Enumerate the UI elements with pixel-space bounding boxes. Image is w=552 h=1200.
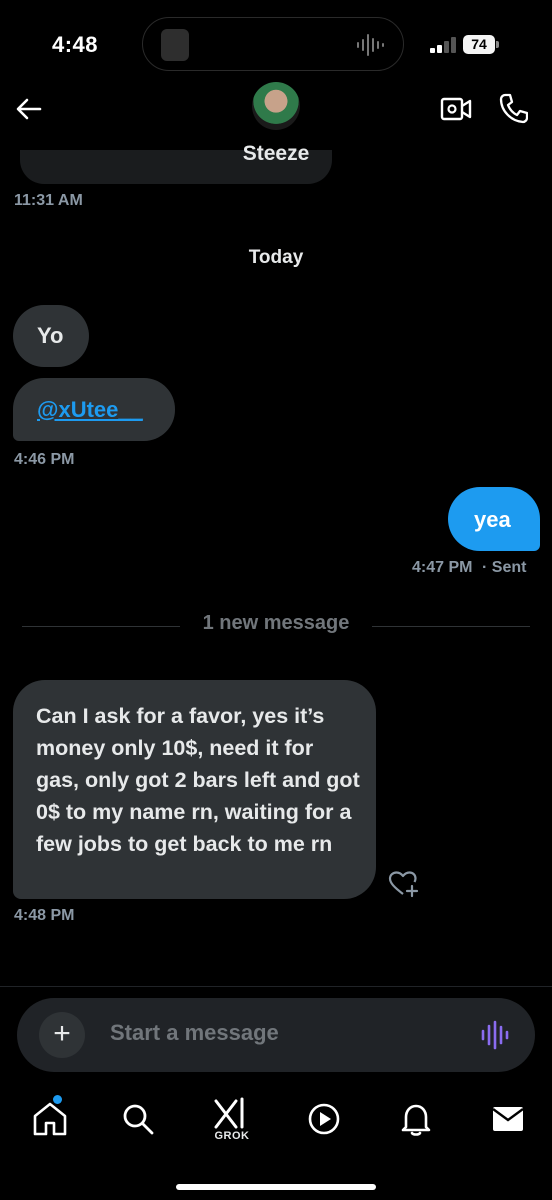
now-playing-thumbnail [161,29,189,61]
home-notification-dot [53,1095,62,1104]
grok-icon[interactable] [212,1095,252,1135]
contact-avatar[interactable] [252,82,300,130]
message-timestamp: 4:47 PM [412,559,473,576]
video-call-icon[interactable] [440,94,472,124]
incoming-message-bubble[interactable]: Can I ask for a favor, yes it’s money on… [13,680,376,899]
status-time: 4:48 [52,32,99,57]
mention-link[interactable]: @xUtee__ [37,397,143,422]
composer-divider [0,986,552,987]
bottom-tab-bar: GROK [0,1083,552,1200]
contact-name[interactable]: Steeze [0,142,552,166]
phone-icon[interactable] [498,92,528,124]
play-icon[interactable] [304,1099,344,1139]
plus-icon[interactable]: + [39,1012,85,1058]
search-icon[interactable] [118,1099,158,1139]
battery-nub [496,41,499,48]
bell-icon[interactable] [396,1099,436,1139]
message-timestamp: 4:46 PM [14,451,75,468]
back-arrow-icon[interactable] [14,94,44,124]
incoming-message-bubble[interactable]: Yo [13,305,89,367]
message-input[interactable]: Start a message [110,1020,279,1046]
new-message-divider: 1 new message [202,612,350,634]
dynamic-island [142,17,404,71]
message-composer[interactable]: + Start a message [17,998,535,1072]
audio-wave-icon [357,34,384,56]
heart-plus-icon[interactable] [388,870,420,898]
home-indicator [176,1184,376,1190]
grok-label: GROK [214,1130,250,1142]
outgoing-message-bubble[interactable]: yea [448,487,540,551]
home-icon[interactable] [30,1099,70,1139]
mail-icon[interactable] [488,1099,528,1139]
message-timestamp: 4:48 PM [14,907,75,924]
incoming-mention-bubble[interactable]: @xUtee__ [13,378,175,441]
signal-icon [430,37,456,53]
voice-wave-icon[interactable] [480,1020,510,1050]
message-status: · Sent [482,559,527,576]
message-timestamp: 11:31 AM [14,192,83,209]
battery-level: 74 [463,35,495,54]
day-separator: Today [248,247,304,268]
divider-line [372,626,530,627]
